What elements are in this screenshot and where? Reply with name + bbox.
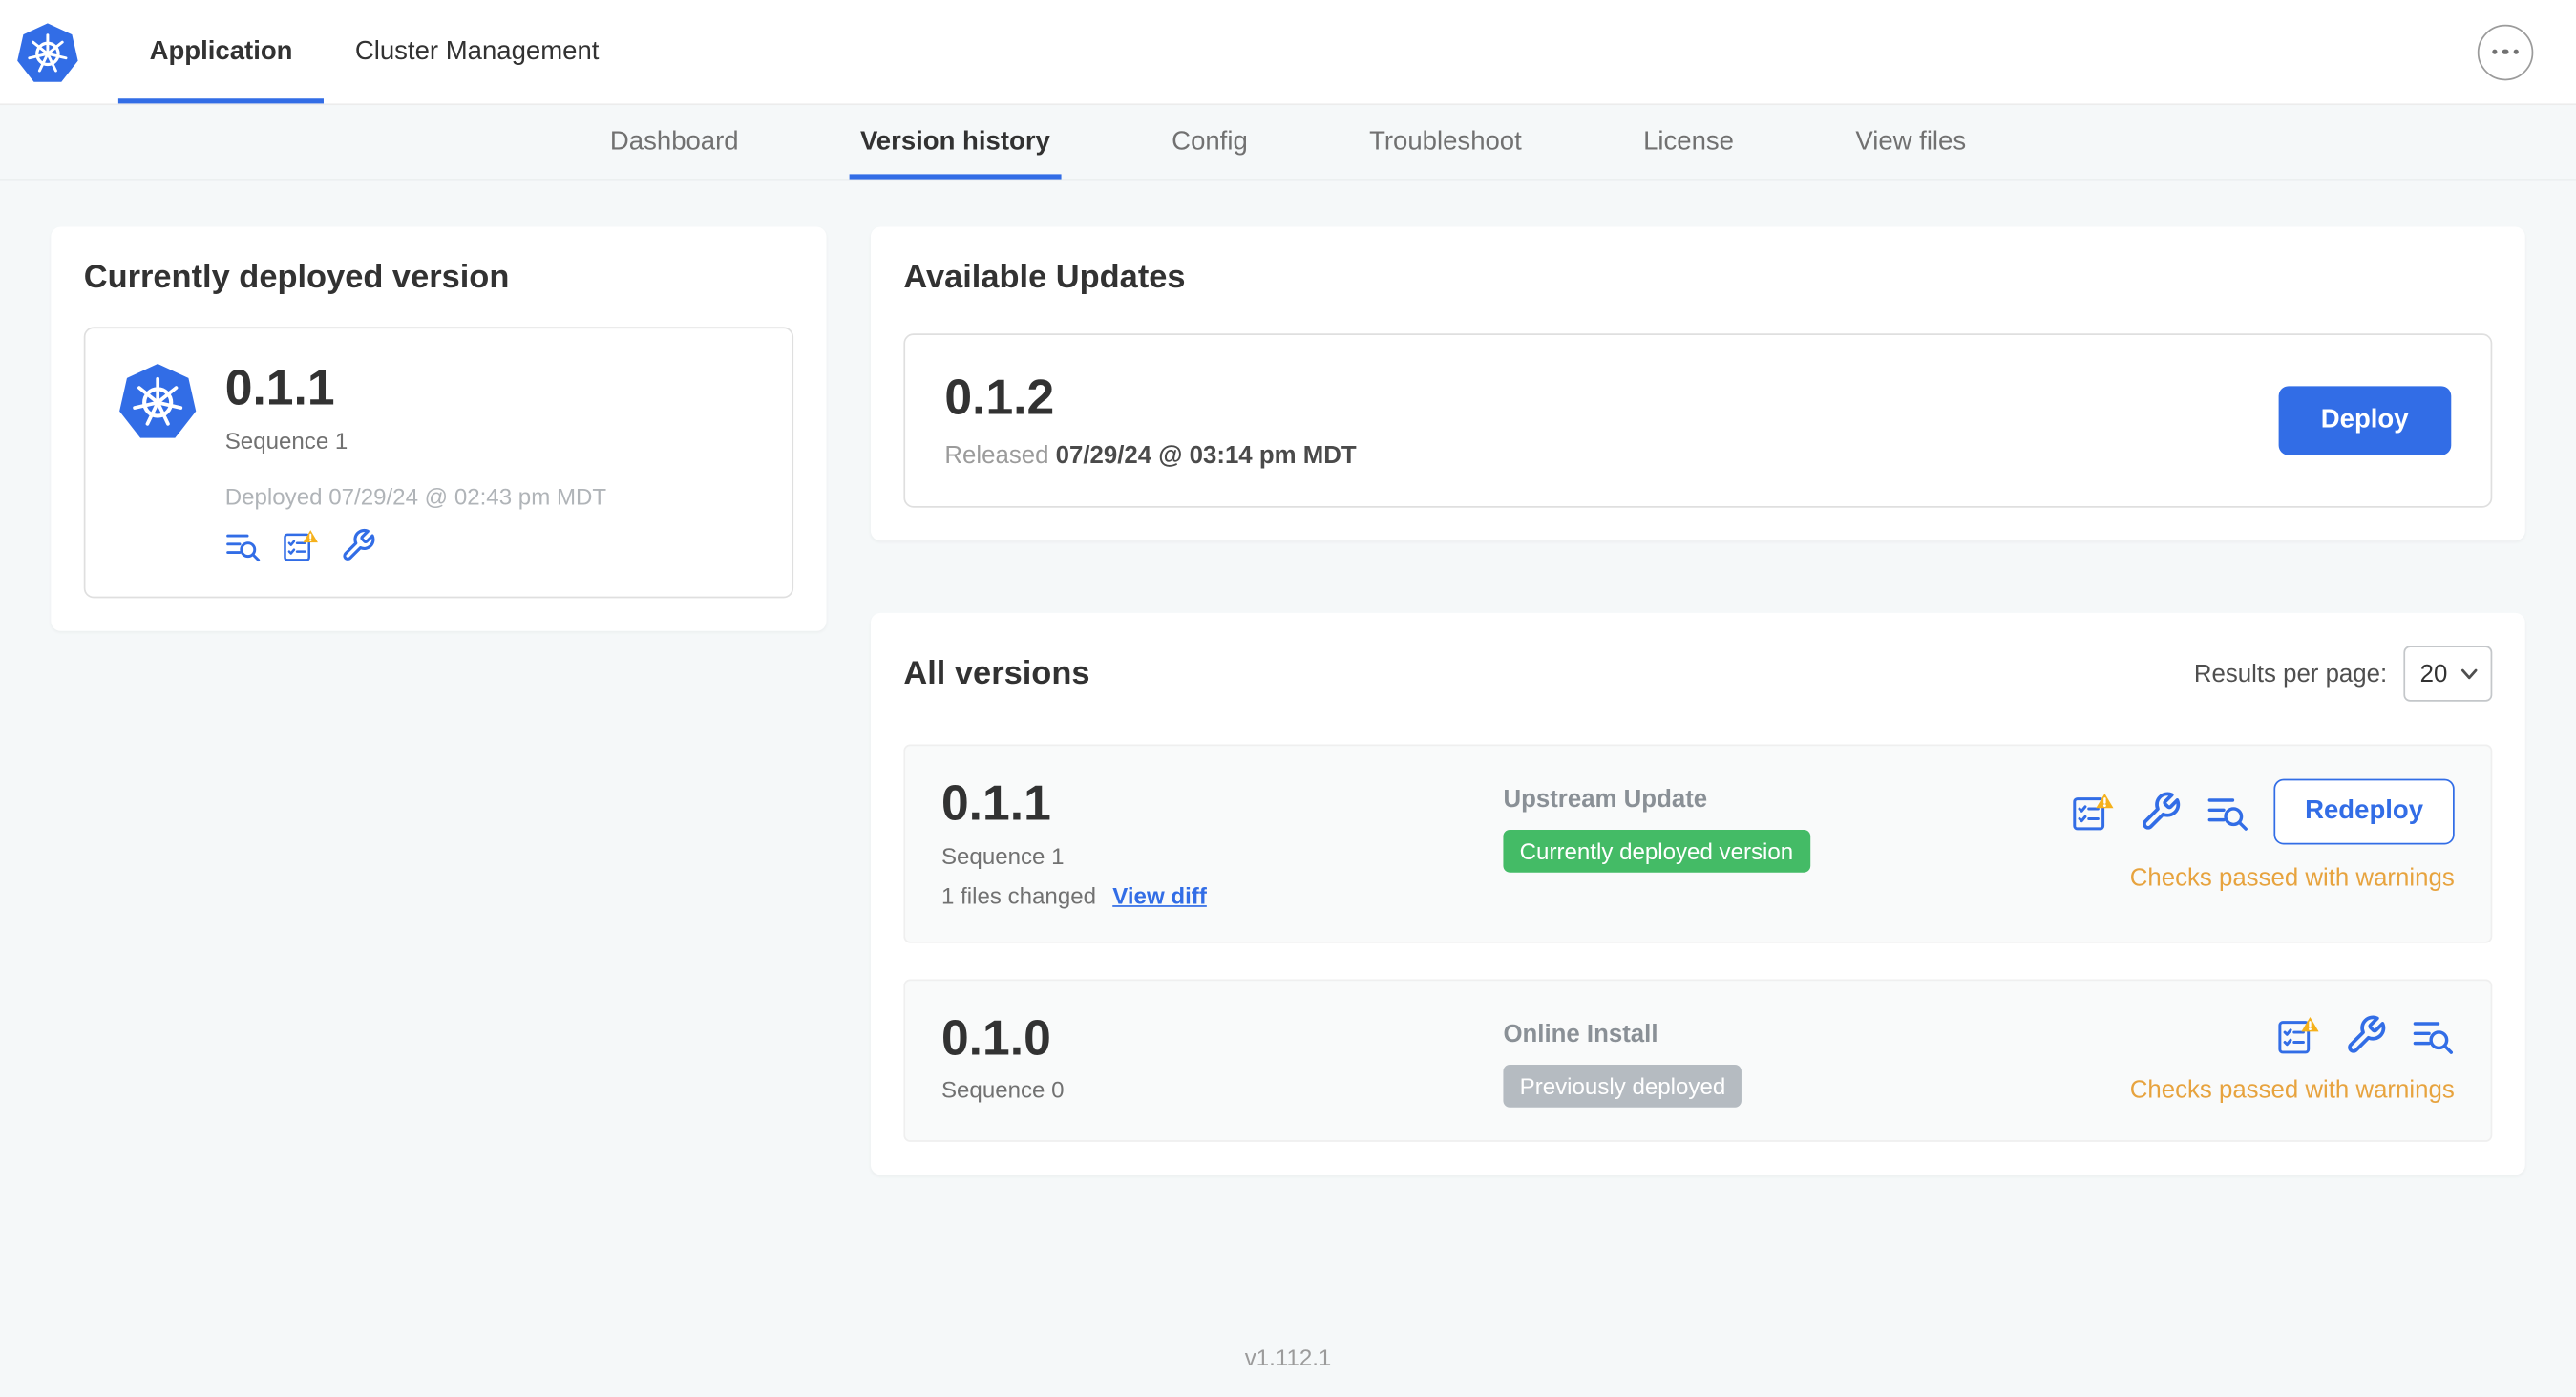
update-released-line: Released 07/29/24 @ 03:14 pm MDT	[944, 441, 1357, 471]
deployed-sequence: Sequence 1	[224, 427, 348, 454]
view-diff-link[interactable]: View diff	[1112, 881, 1207, 908]
chevron-down-icon	[2460, 668, 2478, 680]
diff-icon[interactable]	[2412, 1013, 2455, 1056]
all-versions-title: All versions	[903, 654, 1090, 691]
console-footer: v1.112.1	[0, 1344, 2576, 1371]
available-updates-title: Available Updates	[903, 259, 1186, 296]
update-version-number: 0.1.2	[944, 370, 1055, 426]
diff-icon[interactable]	[2206, 791, 2249, 834]
config-wrench-icon[interactable]	[2139, 791, 2182, 834]
row-sequence: Sequence 1	[940, 841, 1065, 869]
currently-deployed-title: Currently deployed version	[83, 259, 510, 296]
checks-status: Checks passed with warnings	[2129, 1075, 2455, 1104]
row-source: Upstream Update	[1503, 785, 1708, 814]
subnav-view-files[interactable]: View files	[1844, 105, 1977, 179]
currently-deployed-card: Currently deployed version 0.1.1 Sequenc…	[51, 226, 827, 631]
deployed-version-number: 0.1.1	[224, 361, 335, 416]
row-files-changed: 1 files changed	[940, 881, 1097, 908]
app-subnav: Dashboard Version history Config Trouble…	[0, 105, 2576, 181]
redeploy-button[interactable]: Redeploy	[2273, 778, 2455, 845]
version-row: 0.1.1 Sequence 1 1 files changed View di…	[903, 744, 2493, 942]
diff-icon[interactable]	[225, 527, 262, 563]
preflight-checks-warning-icon[interactable]	[283, 527, 319, 563]
results-per-page-label: Results per page:	[2193, 659, 2388, 688]
app-level-tabs: Application Cluster Management	[117, 0, 630, 104]
tab-application[interactable]: Application	[117, 0, 325, 104]
checks-status: Checks passed with warnings	[2129, 864, 2455, 893]
row-sequence: Sequence 0	[940, 1076, 1065, 1103]
tab-cluster-management[interactable]: Cluster Management	[324, 0, 630, 103]
subnav-dashboard[interactable]: Dashboard	[599, 105, 750, 179]
subnav-version-history[interactable]: Version history	[848, 105, 1062, 180]
currently-deployed-badge: Currently deployed version	[1503, 829, 1810, 873]
more-options-button[interactable]	[2477, 23, 2534, 80]
preflight-checks-warning-icon[interactable]	[2277, 1013, 2320, 1056]
previously-deployed-badge: Previously deployed	[1503, 1064, 1742, 1107]
row-version-number: 0.1.0	[940, 1011, 1051, 1066]
version-row: 0.1.0 Sequence 0 Online Install Previous…	[903, 978, 2493, 1142]
deploy-button[interactable]: Deploy	[2278, 386, 2452, 455]
results-per-page-select[interactable]: 20	[2403, 646, 2493, 702]
config-wrench-icon[interactable]	[2344, 1013, 2387, 1056]
ellipsis-icon	[2491, 49, 2498, 55]
config-wrench-icon[interactable]	[340, 527, 376, 563]
available-updates-card: Available Updates 0.1.2 Released 07/29/2…	[870, 226, 2525, 541]
kubernetes-app-icon	[119, 364, 197, 438]
top-header: Application Cluster Management	[0, 0, 2576, 106]
row-source: Online Install	[1503, 1019, 1658, 1048]
admin-console: Application Cluster Management Dashboard…	[0, 0, 2576, 1397]
main-content: Currently deployed version 0.1.1 Sequenc…	[0, 180, 2576, 1175]
console-version: v1.112.1	[1244, 1344, 1332, 1371]
tab-application-label: Application	[149, 36, 293, 65]
subnav-config[interactable]: Config	[1160, 105, 1259, 179]
update-released-timestamp: 07/29/24 @ 03:14 pm MDT	[1055, 441, 1357, 471]
row-version-number: 0.1.1	[940, 776, 1051, 832]
kubernetes-logo-icon	[17, 22, 78, 81]
kubernetes-logo	[0, 0, 79, 103]
deployed-version-box: 0.1.1 Sequence 1 Deployed 07/29/24 @ 02:…	[83, 327, 794, 599]
update-row: 0.1.2 Released 07/29/24 @ 03:14 pm MDT D…	[903, 333, 2493, 508]
tab-cluster-management-label: Cluster Management	[354, 36, 600, 65]
deployed-timestamp: Deployed 07/29/24 @ 02:43 pm MDT	[224, 482, 607, 510]
preflight-checks-warning-icon[interactable]	[2072, 791, 2115, 834]
subnav-troubleshoot[interactable]: Troubleshoot	[1358, 105, 1533, 179]
results-per-page: Results per page: 20	[2193, 646, 2493, 702]
all-versions-card: All versions Results per page: 20 0.1.1 …	[870, 612, 2525, 1175]
subnav-license[interactable]: License	[1632, 105, 1745, 179]
